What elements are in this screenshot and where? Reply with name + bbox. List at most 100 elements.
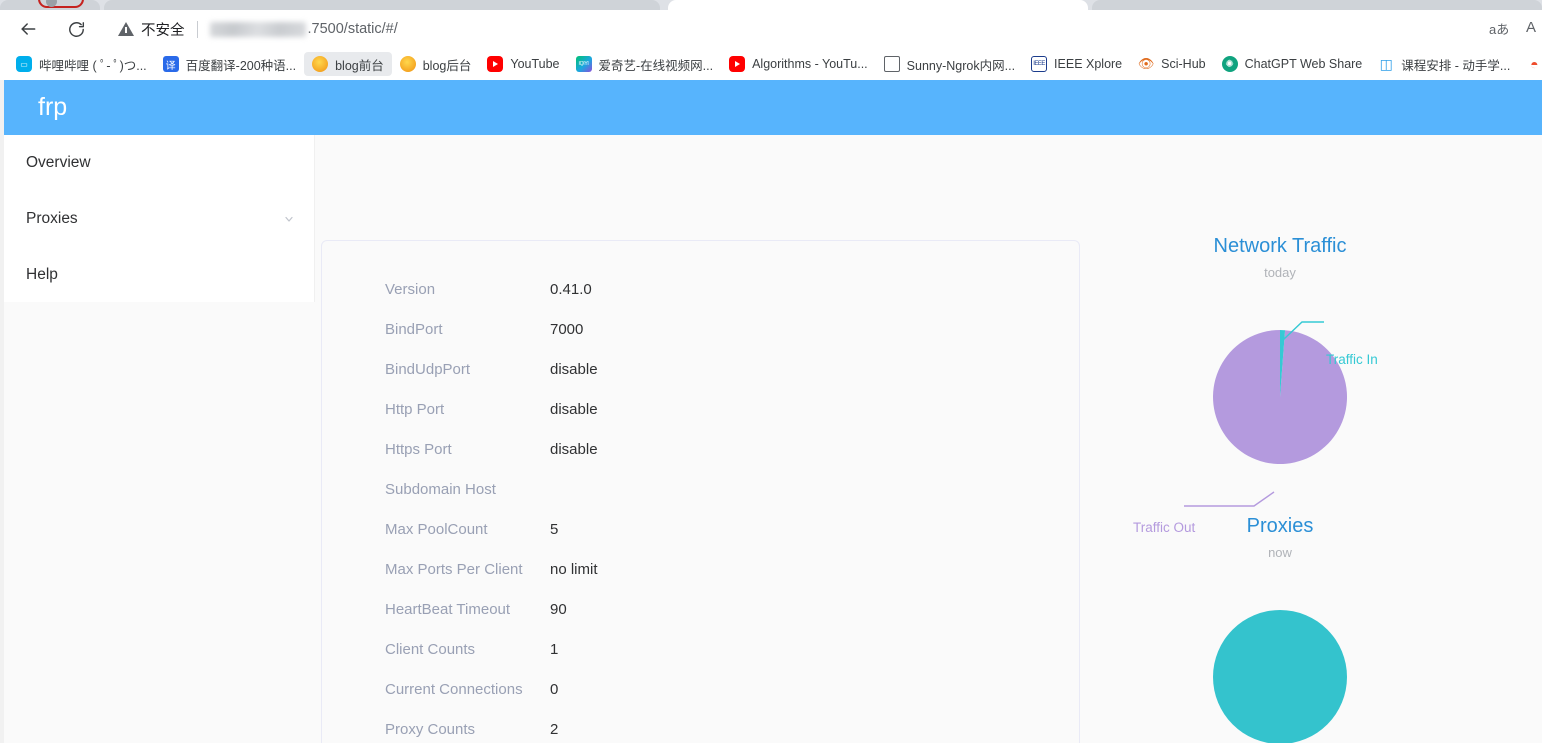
translate-icon[interactable]: aあ xyxy=(1489,19,1509,38)
youtube-icon xyxy=(487,56,504,72)
browser-tab[interactable] xyxy=(1092,0,1542,10)
browser-tab[interactable] xyxy=(104,0,660,10)
browser-toolbar: 不安全 .7500/static/#/ aあ A xyxy=(0,10,1542,48)
sidebar-item-help[interactable]: Help xyxy=(4,247,314,303)
config-key: Version xyxy=(385,280,436,298)
bookmark-label: 课程安排 - 动手学... xyxy=(1401,58,1511,73)
config-value: 7000 xyxy=(550,320,584,338)
font-size-icon[interactable]: A xyxy=(1526,19,1536,36)
address-bar[interactable]: 不安全 .7500/static/#/ xyxy=(104,14,1442,44)
tcp-slice[interactable] xyxy=(1213,610,1347,743)
bookmark-label: ChatGPT Web Share xyxy=(1244,57,1363,71)
blog-frontend-icon xyxy=(312,56,329,72)
config-value: 2 xyxy=(550,720,559,738)
bilibili-icon: ▭ xyxy=(16,56,32,72)
back-button[interactable] xyxy=(14,15,42,43)
browser-tab-active[interactable] xyxy=(668,0,1088,10)
blog-backend-icon xyxy=(399,56,416,72)
config-key: BindPort xyxy=(385,320,443,338)
course-icon: ◫ xyxy=(1378,56,1395,72)
config-row: HeartBeat Timeout 90 xyxy=(322,589,1079,629)
sidebar-item-overview[interactable]: Overview xyxy=(4,135,314,191)
bookmark-label: YouTube xyxy=(510,57,560,71)
config-key: Http Port xyxy=(385,400,445,418)
bookmark-label: 百度翻译-200种语... xyxy=(185,58,297,73)
traffic-in-label: Traffic In xyxy=(1326,352,1378,367)
config-value: 5 xyxy=(550,520,559,538)
chatgpt-icon: ✺ xyxy=(1221,56,1238,72)
bookmark-label: blog前台 xyxy=(335,58,384,73)
youtube-icon xyxy=(729,56,746,72)
config-row: Version 0.41.0 xyxy=(322,269,1079,309)
bookmark-label: Algorithms - YouTu... xyxy=(752,57,868,71)
bookmark-label: blog后台 xyxy=(422,58,472,73)
config-row: Http Port disable xyxy=(322,389,1079,429)
chevron-down-icon[interactable] xyxy=(283,213,295,225)
config-key: Max Ports Per Client xyxy=(385,560,523,578)
frp-dashboard-page: frp Overview Proxies Help Version 0.41.0 Bin… xyxy=(0,80,1542,743)
traffic-out-callout-line xyxy=(1184,491,1275,507)
bookmark-item[interactable]: blog后台 xyxy=(392,52,480,76)
browser-tab[interactable] xyxy=(0,0,100,10)
network-traffic-chart: Network Traffic today Traffic In Traffic… xyxy=(1133,235,1426,535)
config-key: Client Counts xyxy=(385,640,476,658)
ieee-icon: IEEE xyxy=(1031,56,1048,72)
config-value: 1 xyxy=(550,640,559,658)
tab-strip[interactable] xyxy=(0,0,1542,10)
sidebar-item-label: Proxies xyxy=(26,210,78,227)
bookmark-item[interactable]: ▭ 哔哩哔哩 ( ﾟ- ﾟ)つ... xyxy=(8,52,155,76)
bookmark-item[interactable]: YouTube xyxy=(479,52,567,76)
config-key: Current Connections xyxy=(385,680,523,698)
config-row: Proxy Counts 2 xyxy=(322,709,1079,743)
sidebar: Overview Proxies Help xyxy=(4,135,315,302)
bookmark-item[interactable]: Sunny-Ngrok内网... xyxy=(876,52,1023,76)
arrow-left-icon xyxy=(21,23,36,35)
bookmark-label: Sunny-Ngrok内网... xyxy=(906,58,1016,73)
browser-chrome: 不安全 .7500/static/#/ aあ A ▭ 哔哩哔哩 ( ﾟ- ﾟ)つ.… xyxy=(0,0,1542,80)
bookmark-item[interactable]: 👁 Sci-Hub xyxy=(1130,52,1213,76)
config-key: Subdomain Host xyxy=(385,480,496,498)
config-value: disable xyxy=(550,400,598,418)
sidebar-item-label: Overview xyxy=(26,154,91,171)
reload-button[interactable] xyxy=(62,15,90,43)
bookmark-label: Sci-Hub xyxy=(1161,57,1206,71)
config-value: 90 xyxy=(550,600,567,618)
network-traffic-pie[interactable] xyxy=(1134,292,1426,522)
pytorch-icon: ◓ xyxy=(1526,56,1542,72)
omnibox-divider xyxy=(196,20,198,38)
sidebar-item-proxies[interactable]: Proxies xyxy=(4,191,314,247)
reload-icon xyxy=(68,21,84,37)
bookmarks-bar: ▭ 哔哩哔哩 ( ﾟ- ﾟ)つ... 译百度翻译-200种语... blog前台 blo… xyxy=(0,48,1542,80)
config-row: Max PoolCount 5 xyxy=(322,509,1079,549)
config-row: Client Counts 1 xyxy=(322,629,1079,669)
overview-card: Version 0.41.0 BindPort 7000 BindUdpPort disa… xyxy=(321,240,1080,743)
bookmark-item[interactable]: IQIYI 爱奇艺-在线视频网... xyxy=(568,52,722,76)
config-key: BindUdpPort xyxy=(385,360,471,378)
config-value: no limit xyxy=(550,560,598,578)
bookmark-item[interactable]: IEEE IEEE Xplore xyxy=(1023,52,1130,76)
bookmark-label: 爱奇艺-在线视频网... xyxy=(598,58,714,73)
bookmark-item[interactable]: blog前台 xyxy=(304,52,392,76)
bookmark-item[interactable]: 译百度翻译-200种语... xyxy=(155,52,304,76)
bookmark-item[interactable]: ✺ ChatGPT Web Share xyxy=(1214,52,1371,76)
iqiyi-icon: IQIYI xyxy=(575,56,592,72)
config-row: Https Port disable xyxy=(322,429,1079,469)
proxies-pie[interactable] xyxy=(1134,572,1426,743)
scihub-icon: 👁 xyxy=(1138,56,1155,72)
config-value: 0 xyxy=(550,680,559,698)
bookmark-item[interactable]: Algorithms - YouTu... xyxy=(721,52,876,76)
network-traffic-title: Network Traffic xyxy=(1213,235,1347,257)
app-header: frp xyxy=(4,80,1542,135)
bookmark-label: 哔哩哔哩 ( ﾟ- ﾟ)つ... xyxy=(39,58,147,73)
config-row: BindPort 7000 xyxy=(322,309,1079,349)
baidu-translate-icon: 译 xyxy=(162,56,179,72)
config-key: Https Port xyxy=(385,440,452,458)
bookmark-item[interactable]: ◓torch. xyxy=(1518,52,1542,76)
config-row: Subdomain Host xyxy=(322,469,1079,509)
config-row: Current Connections 0 xyxy=(322,669,1079,709)
proxies-chart: Proxies now TCP xyxy=(1134,515,1426,743)
config-value: disable xyxy=(550,360,598,378)
config-row: Max Ports Per Client no limit xyxy=(322,549,1079,589)
document-icon xyxy=(883,56,900,72)
bookmark-item[interactable]: ◫ 课程安排 - 动手学... xyxy=(1370,52,1518,76)
